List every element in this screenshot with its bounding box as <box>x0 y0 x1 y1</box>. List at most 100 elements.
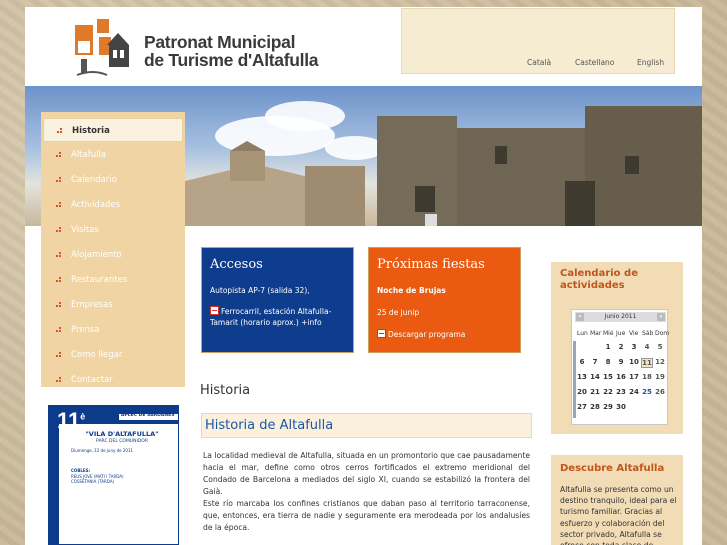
calendar-day[interactable]: 27 <box>576 403 588 411</box>
calendar-day[interactable]: 9 <box>615 358 627 366</box>
calendar-day[interactable]: 22 <box>602 388 614 396</box>
calendar-day[interactable]: 20 <box>576 388 588 396</box>
calendar-day[interactable]: 29 <box>602 403 614 411</box>
calendar-day[interactable]: 21 <box>589 388 601 396</box>
calendar-day[interactable]: 2 <box>615 343 627 351</box>
accesos-line-1: Autopista AP-7 (salida 32), <box>210 286 310 295</box>
lang-catala[interactable]: Català <box>527 58 551 67</box>
sidebar-item-label: Contactar <box>71 375 113 385</box>
sidebar-item-label: Altafulla <box>71 150 107 160</box>
sidebar-item-label: Empresas <box>71 300 113 310</box>
calendar-weekday: Mar <box>590 330 602 337</box>
sidebar-item[interactable]: Contactar <box>43 368 183 392</box>
discover-text: Altafulla se presenta como un destino tr… <box>560 485 677 545</box>
section-title: Historia de Altafulla <box>201 413 532 438</box>
calendar-day[interactable]: 14 <box>589 373 601 381</box>
calendar-month: Junio 2011 <box>604 313 637 320</box>
bullet-icon <box>56 277 62 283</box>
history-paragraph-2: Este río marcaba los confines cristianos… <box>203 499 530 532</box>
calendar-day[interactable]: 7 <box>589 358 601 366</box>
bullet-icon <box>56 202 62 208</box>
lang-english[interactable]: English <box>637 58 664 67</box>
brand-line-1: Patronat Municipal <box>144 32 296 52</box>
bullet-icon <box>56 227 62 233</box>
accesos-box: Accesos Autopista AP-7 (salida 32), Ferr… <box>201 247 354 353</box>
header: Patronat Municipal de Turisme d'Altafull… <box>25 7 702 86</box>
calendar-next-button[interactable]: » <box>657 313 665 321</box>
fiestas-box: Próximas fiestas Noche de Brujas 25 de j… <box>368 247 521 353</box>
sidebar-item[interactable]: Alojamiento <box>43 243 183 267</box>
calendar-day[interactable]: 6 <box>576 358 588 366</box>
calendar-day[interactable]: 17 <box>628 373 640 381</box>
bullet-icon <box>56 252 62 258</box>
calendar-day[interactable]: 8 <box>602 358 614 366</box>
bullet-icon <box>56 377 62 383</box>
calendar-day[interactable]: 24 <box>628 388 640 396</box>
bullet-icon <box>56 177 62 183</box>
sidebar-item[interactable]: Visitas <box>43 218 183 242</box>
accesos-link[interactable]: Ferrocarril, estación Altafulla-Tamarit … <box>210 306 350 328</box>
calendar-day[interactable]: 25 <box>641 388 653 396</box>
calendar-day[interactable]: 23 <box>615 388 627 396</box>
sidebar-item[interactable]: Actividades <box>43 193 183 217</box>
sidebar-item-label: Prensa <box>71 325 100 335</box>
bullet-icon <box>57 128 63 134</box>
sidebar-item[interactable]: Calendario <box>43 168 183 192</box>
sidebar-item-label: Visitas <box>71 225 99 235</box>
bullet-icon <box>56 327 62 333</box>
calendar-day[interactable]: 28 <box>589 403 601 411</box>
bullet-icon <box>56 152 62 158</box>
discover-title: Descubre Altafulla <box>560 463 665 474</box>
page: Patronat Municipal de Turisme d'Altafull… <box>25 7 702 545</box>
calendar-day[interactable]: 3 <box>628 343 640 351</box>
calendar-box: Calendario de actividades « Junio 2011 »… <box>551 262 683 434</box>
calendar-day[interactable]: 13 <box>576 373 588 381</box>
language-bar: Català Castellano English <box>401 8 675 74</box>
calendar-day[interactable]: 15 <box>602 373 614 381</box>
event-poster[interactable]: 11è APLEC DE SARDANES "VILA D'ALTAFULLA"… <box>48 405 179 545</box>
sidebar-item[interactable]: Altafulla <box>43 143 183 167</box>
calendar-weekday: Sáb <box>642 330 654 337</box>
calendar-day[interactable]: 5 <box>654 343 666 351</box>
poster-date: Diumenge, 12 de juny de 2011 <box>71 448 134 453</box>
calendar-day[interactable]: 26 <box>654 388 666 396</box>
poster-coblas: REUS JOVE (MATI I TARDA) COSSETANIA (TAR… <box>71 474 124 484</box>
sidebar-item[interactable]: Como llegar <box>43 343 183 367</box>
calendar-day[interactable]: 10 <box>628 358 640 366</box>
calendar-weekday: Vie <box>629 330 639 337</box>
sidebar-item-label: Alojamiento <box>71 250 122 260</box>
calendar-day[interactable]: 11 <box>641 358 653 368</box>
bullet-icon <box>56 352 62 358</box>
fiestas-download-link[interactable]: Descargar programa <box>377 329 465 340</box>
calendar-day[interactable]: 19 <box>654 373 666 381</box>
history-paragraph-1: La localidad medieval de Altafulla, situ… <box>203 451 530 496</box>
lang-castellano[interactable]: Castellano <box>575 58 614 67</box>
brand-title: Patronat Municipal de Turisme d'Altafull… <box>144 32 319 70</box>
fiestas-title: Próximas fiestas <box>377 257 485 272</box>
bullet-icon <box>56 302 62 308</box>
sidebar-item[interactable]: Empresas <box>43 293 183 317</box>
calendar-day[interactable]: 16 <box>615 373 627 381</box>
sidebar-item[interactable]: Prensa <box>43 318 183 342</box>
poster-number-sup: è <box>80 411 86 422</box>
logo-icon[interactable] <box>73 17 133 79</box>
calendar-day[interactable]: 1 <box>602 343 614 351</box>
brand-line-2: de Turisme d'Altafulla <box>144 50 319 70</box>
calendar-weekday: Mié <box>603 330 614 337</box>
sidebar-item[interactable]: Historia <box>43 118 183 142</box>
calendar-weekday: Jue <box>616 330 626 337</box>
sidebar-item[interactable]: Restaurantes <box>43 268 183 292</box>
sidebar-item-label: Como llegar <box>71 350 123 360</box>
calendar-prev-button[interactable]: « <box>576 313 584 321</box>
calendar-day[interactable]: 18 <box>641 373 653 381</box>
right-column: Calendario de actividades « Junio 2011 »… <box>551 262 683 545</box>
calendar-day[interactable]: 30 <box>615 403 627 411</box>
calendar-day[interactable]: 12 <box>654 358 666 366</box>
poster-coblas-head: COBLES: <box>71 468 91 473</box>
calendar-day[interactable]: 4 <box>641 343 653 351</box>
sidebar-item-label: Restaurantes <box>71 275 128 285</box>
calendar-weekday: Lun <box>577 330 588 337</box>
fiestas-date: 25 de junip <box>377 308 420 317</box>
fiestas-event: Noche de Brujas <box>377 286 446 295</box>
sidebar-item-label: Historia <box>72 126 110 136</box>
